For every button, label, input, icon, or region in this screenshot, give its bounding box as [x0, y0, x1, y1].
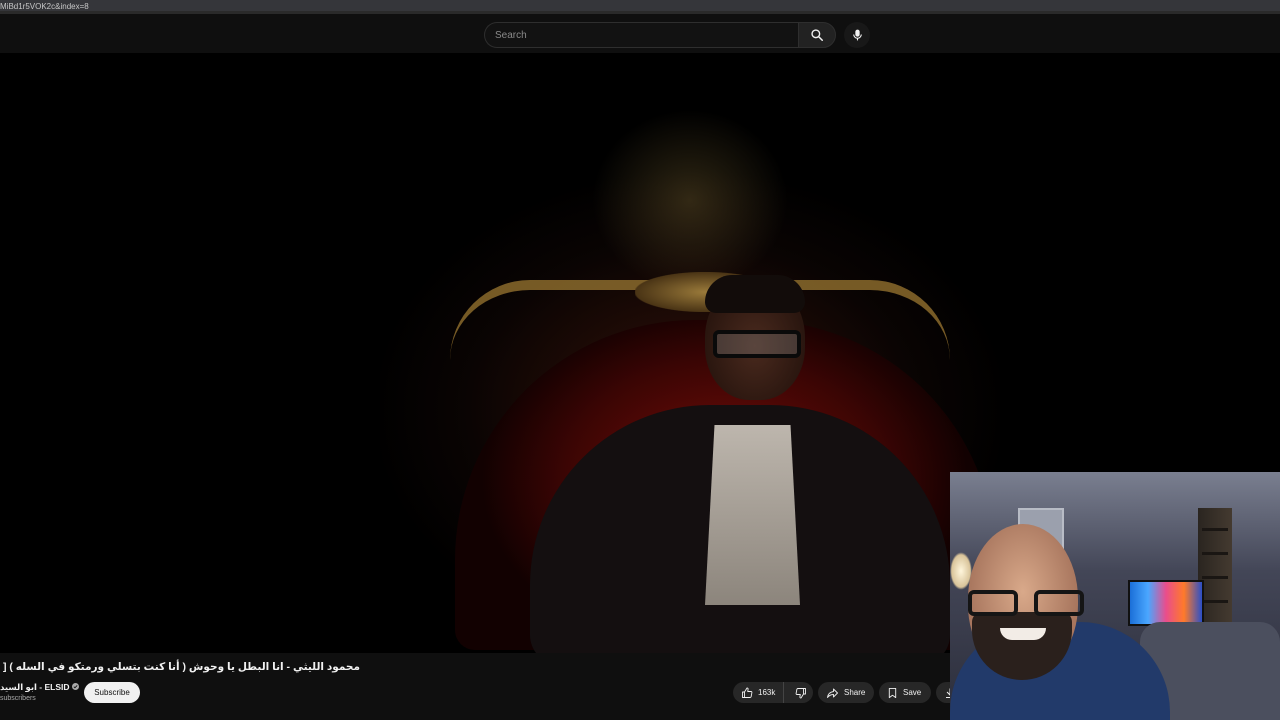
like-button[interactable]: 163k [733, 682, 785, 703]
television [1128, 580, 1204, 626]
thumbs-down-icon [795, 687, 807, 699]
video-frame [380, 90, 1000, 653]
person-hair [705, 275, 805, 313]
like-count: 163k [758, 688, 776, 697]
video-title: محمود الليثي - انا البطل يا وحوش ( أنا ك… [0, 661, 360, 673]
verified-check-icon [71, 683, 79, 690]
search-input[interactable] [484, 22, 798, 48]
channel-name-text: ابو السيد - ELSID [0, 682, 70, 692]
subscribe-button[interactable]: Subscribe [84, 682, 140, 703]
person-shirt [705, 425, 800, 605]
channel-name[interactable]: ابو السيد - ELSID [0, 680, 80, 694]
address-bar[interactable]: MiBd1r5VOK2c&index=8 [0, 0, 1280, 14]
share-label: Share [844, 688, 866, 697]
mic-icon [851, 28, 864, 42]
search-button[interactable] [798, 22, 836, 48]
voice-search-button[interactable] [844, 22, 870, 48]
thumbs-up-icon [741, 687, 753, 699]
like-dislike-group: 163k [733, 682, 813, 703]
person-glasses [713, 330, 801, 358]
webcam-overlay [950, 472, 1280, 720]
share-button[interactable]: Share [818, 682, 874, 703]
search-icon [810, 28, 824, 42]
dislike-button[interactable] [789, 682, 813, 703]
save-button[interactable]: Save [879, 682, 931, 703]
bookmark-icon [887, 687, 898, 699]
share-arrow-icon [826, 687, 839, 699]
top-bar [0, 17, 1280, 53]
subscriber-count: subscribers [0, 695, 36, 702]
save-label: Save [903, 688, 922, 697]
streamer-smile [1000, 628, 1046, 640]
channel-info[interactable]: ابو السيد - ELSID subscribers [0, 680, 80, 710]
url-text: MiBd1r5VOK2c&index=8 [0, 2, 89, 11]
streamer-glasses [964, 590, 1088, 618]
